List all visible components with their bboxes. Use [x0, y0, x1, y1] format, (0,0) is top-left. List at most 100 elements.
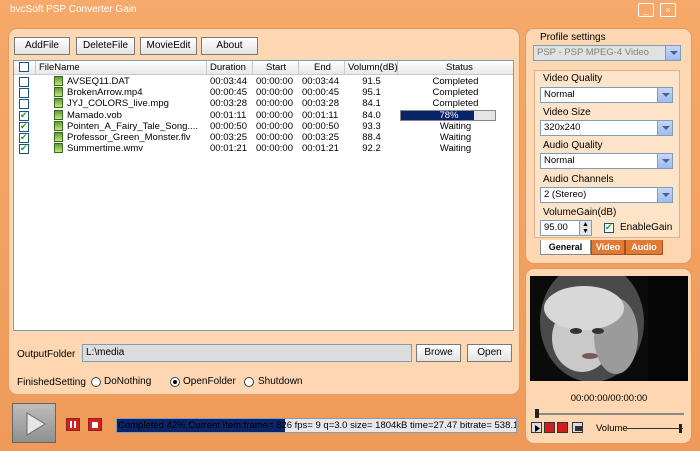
row-checkbox[interactable]: [19, 110, 29, 121]
radio-shutdown-label: Shutdown: [258, 376, 303, 387]
spinner-arrows-icon[interactable]: ▲ ▼: [579, 221, 591, 235]
cell-volume: 91.5: [362, 76, 381, 87]
film-file-icon: [54, 98, 63, 109]
cell-status: 78%: [439, 109, 459, 121]
cell-duration: 00:01:11: [210, 109, 247, 121]
radio-openfolder-label: OpenFolder: [183, 376, 236, 387]
film-file-icon: [54, 109, 63, 120]
profile-settings-label: Profile settings: [540, 32, 606, 43]
video-size-select[interactable]: 320x240: [540, 120, 673, 136]
cell-end: 00:03:28: [302, 98, 339, 110]
enable-gain-checkbox[interactable]: [604, 222, 614, 233]
profile-select[interactable]: PSP - PSP MPEG-4 Video: [533, 45, 681, 61]
output-folder-label: OutputFolder: [17, 349, 76, 360]
seek-track[interactable]: [536, 413, 684, 415]
browse-button[interactable]: Browe: [416, 344, 461, 362]
file-table[interactable]: FileName Duration Start End Volumn(dB) S…: [13, 60, 514, 331]
cell-filename: AVSEQ11.DAT: [67, 76, 130, 87]
table-row[interactable]: JYJ_COLORS_live.mpg 00:03:28 00:00:00 00:03…: [14, 98, 513, 110]
table-row[interactable]: BrokenArrow.mp4 00:00:45 00:00:00 00:00:45 9…: [14, 87, 513, 99]
cell-filename: Professor_Green_Monster.flv: [67, 132, 191, 143]
cell-status: Completed: [432, 76, 479, 87]
table-row[interactable]: Summertime.wmv 00:01:21 00:00:00 00:01:21 92…: [14, 143, 513, 155]
cell-status: Completed: [432, 87, 479, 99]
video-preview: [530, 276, 688, 381]
preview-stop-button[interactable]: [557, 422, 568, 433]
chevron-down-icon: [665, 46, 680, 60]
table-row[interactable]: Pointen_A_Fairy_Tale_Song.... 00:00:50 00:…: [14, 120, 513, 132]
cell-end: 00:03:44: [302, 76, 339, 87]
cell-start: 00:00:00: [256, 109, 293, 121]
preview-pause-button[interactable]: [544, 422, 555, 433]
header-start[interactable]: Start: [253, 61, 299, 75]
header-filename[interactable]: FileName: [36, 61, 207, 75]
chevron-down-icon: [657, 154, 672, 168]
tab-video[interactable]: Video: [591, 240, 625, 255]
seek-slider-handle[interactable]: [535, 409, 539, 418]
cell-end: 00:01:11: [302, 109, 339, 121]
cell-volume: 93.3: [362, 120, 381, 132]
cell-end: 00:01:21: [302, 143, 339, 155]
output-folder-input[interactable]: L:\media: [82, 344, 412, 362]
volume-slider-handle[interactable]: [679, 424, 682, 433]
status-bar: Completed 42%,Current Item:frame= 826 fp…: [116, 418, 517, 433]
add-file-button[interactable]: AddFile: [14, 37, 70, 55]
cell-status: Waiting: [439, 143, 472, 155]
video-quality-select[interactable]: Normal: [540, 87, 673, 103]
cell-end: 00:00:50: [302, 120, 339, 132]
finished-setting-label: FinishedSetting: [17, 377, 86, 388]
play-icon: [535, 425, 540, 432]
about-button[interactable]: About: [201, 37, 258, 55]
tab-general[interactable]: General: [540, 240, 591, 255]
minimize-button[interactable]: _: [638, 3, 654, 17]
cell-end: 00:00:45: [302, 87, 339, 99]
pause-button[interactable]: [66, 418, 80, 431]
volume-track[interactable]: [627, 428, 683, 429]
header-checkbox-col[interactable]: [14, 61, 36, 75]
radio-donothing[interactable]: [91, 377, 101, 387]
radio-openfolder[interactable]: [170, 377, 180, 387]
cell-volume: 92.2: [362, 143, 381, 155]
start-convert-button[interactable]: [12, 403, 56, 443]
snapshot-button[interactable]: [572, 422, 583, 433]
delete-file-button[interactable]: DeleteFile: [76, 37, 135, 55]
close-button[interactable]: ×: [660, 3, 676, 17]
header-status[interactable]: Status: [398, 61, 513, 75]
row-checkbox[interactable]: [19, 132, 29, 143]
volume-gain-spinner[interactable]: 95.00 ▲ ▼: [540, 220, 592, 236]
header-duration[interactable]: Duration: [207, 61, 253, 75]
audio-channels-select[interactable]: 2 (Stereo): [540, 187, 673, 203]
header-end[interactable]: End: [299, 61, 345, 75]
title-bar[interactable]: bvcSoft PSP Converter Gain _ ×: [0, 0, 700, 22]
cell-start: 00:00:00: [256, 120, 293, 132]
open-button[interactable]: Open: [467, 344, 512, 362]
stop-button[interactable]: [88, 418, 102, 431]
table-row[interactable]: Professor_Green_Monster.flv 00:03:25 00:00…: [14, 132, 513, 143]
cell-start: 00:00:00: [256, 132, 293, 143]
video-frame-image: [530, 276, 688, 381]
cell-duration: 00:03:44: [210, 76, 247, 87]
movie-edit-button[interactable]: MovieEdit: [140, 37, 197, 55]
play-icon: [26, 412, 46, 436]
row-checkbox[interactable]: [19, 99, 29, 110]
cell-filename: Pointen_A_Fairy_Tale_Song....: [67, 120, 198, 132]
table-row[interactable]: AVSEQ11.DAT 00:03:44 00:00:00 00:03:44 91.5 C…: [14, 76, 513, 87]
cell-filename: Summertime.wmv: [67, 143, 144, 155]
row-checkbox[interactable]: [19, 77, 29, 87]
audio-quality-select[interactable]: Normal: [540, 153, 673, 169]
row-checkbox[interactable]: [19, 88, 29, 99]
film-file-icon: [54, 87, 63, 98]
table-row[interactable]: Mamado.vob 00:01:11 00:00:00 00:01:11 84.0 78…: [14, 109, 513, 121]
tab-audio[interactable]: Audio: [625, 240, 663, 255]
preview-time: 00:00:00/00:00:00: [570, 393, 648, 404]
row-checkbox[interactable]: [19, 121, 29, 132]
app-window: bvcSoft PSP Converter Gain _ × AddFile D…: [0, 0, 700, 451]
preview-play-button[interactable]: [531, 422, 542, 433]
radio-shutdown[interactable]: [244, 377, 254, 387]
select-all-checkbox[interactable]: [19, 62, 29, 72]
row-checkbox[interactable]: [19, 143, 29, 155]
video-quality-label: Video Quality: [543, 73, 603, 84]
volume-label: Volume: [596, 423, 628, 434]
cell-end: 00:03:25: [302, 132, 339, 143]
header-volume[interactable]: Volumn(dB): [345, 61, 398, 75]
